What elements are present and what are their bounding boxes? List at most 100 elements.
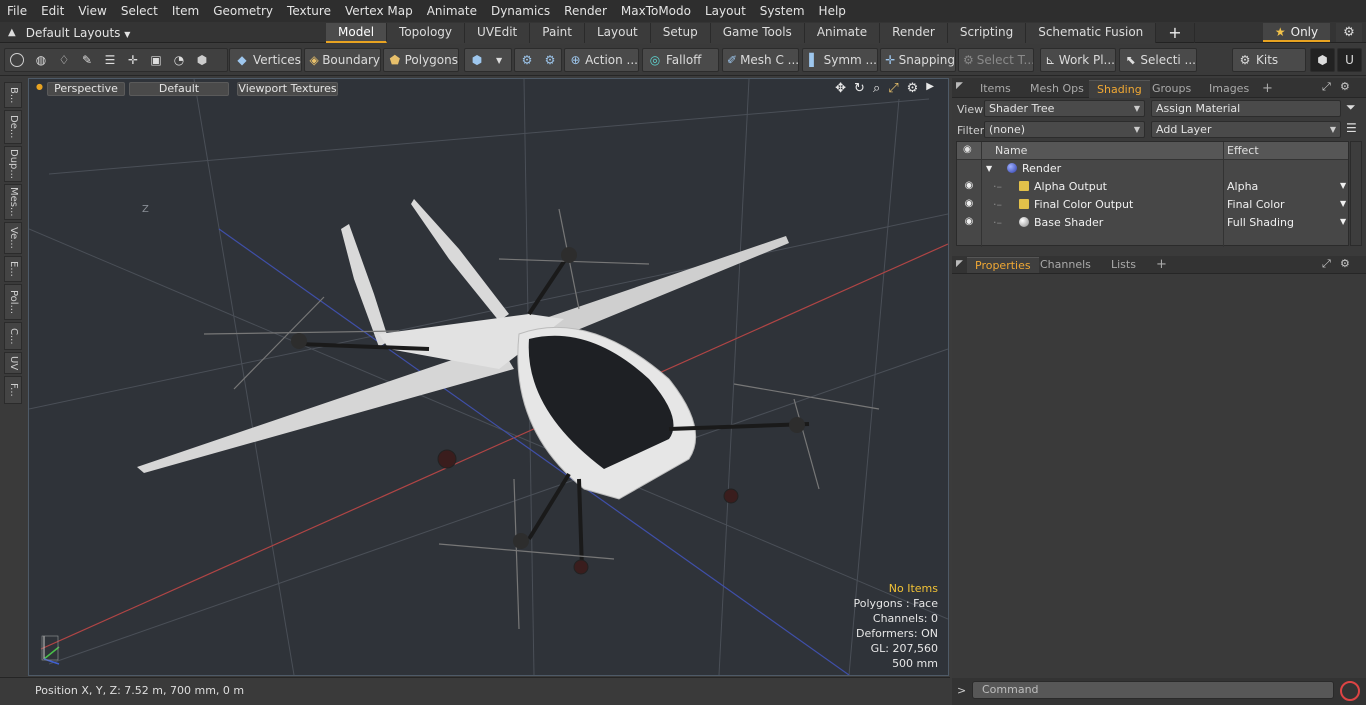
menu-render[interactable]: Render: [557, 0, 614, 22]
side-tab-vertex[interactable]: Ve...: [4, 222, 22, 254]
circle-select-icon[interactable]: [10, 53, 24, 67]
menu-dynamics[interactable]: Dynamics: [484, 0, 557, 22]
command-input[interactable]: Command: [972, 681, 1334, 699]
shader-row-render[interactable]: ▼ Render: [957, 160, 1348, 178]
lasso-icon[interactable]: ♢: [56, 52, 72, 68]
play-icon[interactable]: ▶: [926, 81, 934, 96]
menu-select[interactable]: Select: [114, 0, 165, 22]
shader-row-base-shader[interactable]: ◉ ·– Base Shader Full Shading ▼: [957, 214, 1348, 232]
perspective-dropdown[interactable]: Perspective: [47, 82, 125, 96]
visibility-eye-icon[interactable]: ◉: [962, 180, 976, 191]
maximize-icon[interactable]: ⤢: [888, 81, 898, 96]
only-toggle[interactable]: ★ Only: [1263, 23, 1330, 42]
chevron-down-icon[interactable]: ▼: [1340, 199, 1346, 208]
menu-file[interactable]: File: [0, 0, 34, 22]
default-style-dropdown[interactable]: Default: [129, 82, 229, 96]
menu-maxtomodo[interactable]: MaxToModo: [614, 0, 698, 22]
globe-icon[interactable]: ◍: [33, 52, 49, 68]
side-tab-fusion[interactable]: F...: [4, 376, 22, 404]
rotate-icon[interactable]: ◔: [171, 52, 187, 68]
selection-sets-button[interactable]: ⬉ Selecti ...: [1119, 48, 1197, 72]
tab-shading[interactable]: Shading: [1089, 80, 1150, 98]
tab-render[interactable]: Render: [880, 23, 948, 43]
unity-icon[interactable]: ⬢: [1310, 48, 1335, 72]
filter-dropdown[interactable]: (none) ▼: [984, 121, 1145, 138]
name-column-header[interactable]: Name: [995, 144, 1027, 157]
panel-gear-icon[interactable]: ⚙: [1340, 80, 1350, 93]
align-icon[interactable]: ☰: [102, 52, 118, 68]
filter-funnel-icon[interactable]: ⏷: [1346, 100, 1356, 115]
tab-setup[interactable]: Setup: [650, 23, 711, 43]
tab-lists[interactable]: Lists: [1103, 257, 1144, 273]
side-tab-polygon[interactable]: Pol...: [4, 284, 22, 320]
3d-viewport[interactable]: Z ● Perspective Default Viewport Texture…: [28, 78, 949, 676]
tab-properties[interactable]: Properties: [967, 257, 1039, 273]
panel-gear-icon[interactable]: ⚙: [1340, 257, 1350, 270]
shader-row-final-color-output[interactable]: ◉ ·– Final Color Output Final Color ▼: [957, 196, 1348, 214]
add-tab-icon[interactable]: +: [1156, 23, 1195, 43]
viewport-gear-icon[interactable]: ⚙: [907, 81, 919, 96]
side-tab-uv[interactable]: UV: [4, 352, 22, 374]
tab-schematic-fusion[interactable]: Schematic Fusion: [1026, 23, 1157, 43]
expand-triangle-icon[interactable]: ▼: [986, 164, 992, 173]
transform-icon[interactable]: ✛: [125, 52, 141, 68]
panel-expand-icon[interactable]: ⤢: [1322, 257, 1331, 271]
shader-row-alpha-output[interactable]: ◉ ·– Alpha Output Alpha ▼: [957, 178, 1348, 196]
side-tab-deform[interactable]: De...: [4, 110, 22, 144]
tab-model[interactable]: Model: [326, 23, 388, 43]
tab-items[interactable]: Items: [972, 80, 1019, 98]
chevron-down-icon[interactable]: ▼: [1340, 217, 1346, 226]
menu-geometry[interactable]: Geometry: [206, 0, 280, 22]
gear-icon[interactable]: ⚙: [1336, 23, 1362, 42]
view-dropdown[interactable]: Shader Tree ▼: [984, 100, 1145, 117]
paint-select-icon[interactable]: ✎: [79, 52, 95, 68]
item-mode-icon[interactable]: ⬢: [194, 52, 210, 68]
layout-selector[interactable]: Default Layouts ▼: [26, 26, 131, 40]
polygons-button[interactable]: ⬟ Polygons: [383, 48, 459, 72]
add-layer-dropdown[interactable]: Add Layer ▼: [1151, 121, 1341, 138]
menu-texture[interactable]: Texture: [280, 0, 338, 22]
zoom-icon[interactable]: ⌕: [873, 81, 880, 96]
tab-layout[interactable]: Layout: [584, 23, 651, 43]
panel-expand-icon[interactable]: ⤢: [1322, 80, 1331, 94]
menu-item[interactable]: Item: [165, 0, 206, 22]
symmetry-button[interactable]: ▌ Symm ...: [802, 48, 878, 72]
base-shader-effect-value[interactable]: Full Shading: [1227, 216, 1294, 229]
menu-layout[interactable]: Layout: [698, 0, 753, 22]
side-tab-mesh-edit[interactable]: Mes...: [4, 184, 22, 220]
tab-topology[interactable]: Topology: [387, 23, 466, 43]
falloff-button[interactable]: ◎ Falloff: [642, 48, 719, 72]
boundary-button[interactable]: ◈ Boundary: [304, 48, 381, 72]
record-icon[interactable]: [1340, 681, 1360, 701]
tab-mesh-ops[interactable]: Mesh Ops: [1022, 80, 1092, 98]
menu-edit[interactable]: Edit: [34, 0, 71, 22]
snapping-button[interactable]: ✛ Snapping: [880, 48, 956, 72]
menu-help[interactable]: Help: [812, 0, 853, 22]
action-button[interactable]: ⊕ Action ...: [564, 48, 639, 72]
layer-options-icon[interactable]: ☰: [1346, 121, 1357, 135]
tab-groups[interactable]: Groups: [1144, 80, 1199, 98]
work-plane-button[interactable]: ⊾ Work Pl...: [1040, 48, 1116, 72]
vertices-button[interactable]: ◆ Vertices: [229, 48, 302, 72]
pan-icon[interactable]: ✥: [835, 81, 846, 96]
final-color-effect-value[interactable]: Final Color: [1227, 198, 1285, 211]
tab-animate[interactable]: Animate: [804, 23, 881, 43]
menu-view[interactable]: View: [71, 0, 113, 22]
chevron-down-icon[interactable]: ▼: [1340, 181, 1346, 190]
alpha-effect-value[interactable]: Alpha: [1227, 180, 1258, 193]
viewport-menu-dot-icon[interactable]: ●: [36, 82, 43, 91]
select-through-button[interactable]: ⚙ Select T...: [958, 48, 1034, 72]
material-mode-button[interactable]: ⬢ ▼: [464, 48, 512, 72]
side-tab-curve[interactable]: C...: [4, 322, 22, 350]
visibility-eye-icon[interactable]: ◉: [962, 198, 976, 209]
tab-scripting[interactable]: Scripting: [947, 23, 1027, 43]
tab-images[interactable]: Images: [1201, 80, 1257, 98]
mesh-constraint-button[interactable]: ✐ Mesh C ...: [722, 48, 799, 72]
side-tab-basic[interactable]: B...: [4, 82, 22, 108]
tab-paint[interactable]: Paint: [530, 23, 585, 43]
tab-channels[interactable]: Channels: [1032, 257, 1099, 273]
orbit-icon[interactable]: ↻: [854, 81, 865, 96]
layout-up-icon[interactable]: ▲: [8, 27, 16, 38]
tab-game-tools[interactable]: Game Tools: [710, 23, 805, 43]
viewport-textures-dropdown[interactable]: Viewport Textures: [237, 82, 338, 96]
